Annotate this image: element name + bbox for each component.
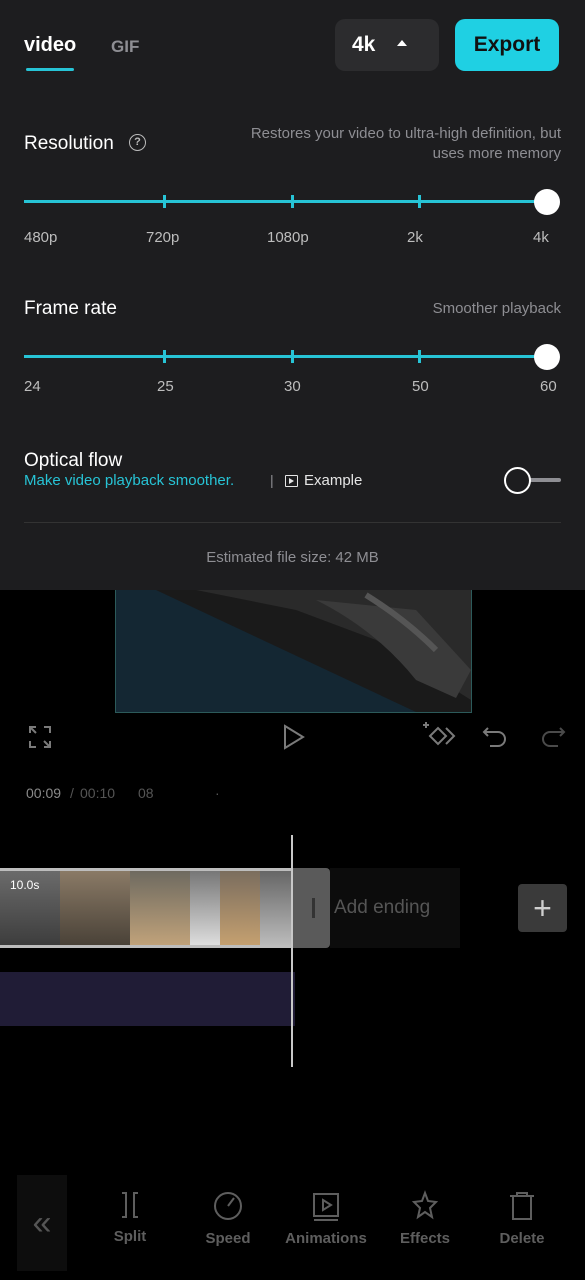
resolution-title: Resolution xyxy=(24,133,114,154)
effects-label: Effects xyxy=(399,1230,451,1247)
example-link[interactable]: Example xyxy=(285,472,362,489)
frame-rate-tick xyxy=(163,350,166,363)
caret-up-icon xyxy=(397,40,407,46)
audio-track[interactable] xyxy=(0,972,295,1026)
play-icon[interactable] xyxy=(282,724,306,750)
clip-frame xyxy=(220,871,260,945)
resolution-hint-line1: Restores your video to ultra-high defini… xyxy=(250,125,561,142)
resolution-dropdown[interactable]: 4k xyxy=(335,19,439,71)
speed-icon xyxy=(214,1192,242,1220)
frame-rate-option-30[interactable]: 30 xyxy=(284,378,301,395)
video-preview xyxy=(115,590,472,713)
clip-trim-handle[interactable] xyxy=(293,868,330,948)
collapse-toolbar-button[interactable]: « xyxy=(17,1175,67,1271)
tab-video-indicator xyxy=(26,68,74,71)
delete-label: Delete xyxy=(499,1230,545,1247)
animations-icon xyxy=(313,1193,339,1221)
estimated-file-size: Estimated file size: 42 MB xyxy=(206,549,379,566)
resolution-option-1080p[interactable]: 1080p xyxy=(267,229,309,246)
resolution-tick xyxy=(291,195,294,208)
keyframe-icon[interactable] xyxy=(422,720,456,750)
resolution-slider[interactable] xyxy=(24,189,560,215)
example-label: Example xyxy=(304,472,363,489)
resolution-track xyxy=(24,200,547,203)
add-clip-button[interactable]: + xyxy=(518,884,567,932)
tab-gif[interactable]: GIF xyxy=(111,37,139,57)
resolution-option-720p[interactable]: 720p xyxy=(146,229,179,246)
resolution-hint: Restores your video to ultra-high defini… xyxy=(251,124,561,164)
effects-button[interactable]: Effects xyxy=(380,1190,470,1248)
divider xyxy=(24,522,561,523)
clip-frame xyxy=(190,871,220,945)
speed-label: Speed xyxy=(205,1230,251,1247)
frame-rate-slider-thumb[interactable] xyxy=(534,344,560,370)
animations-button[interactable]: Animations xyxy=(281,1190,371,1248)
speed-button[interactable]: Speed xyxy=(183,1190,273,1248)
clip-frame xyxy=(260,871,293,945)
resolution-option-480p[interactable]: 480p xyxy=(24,229,57,246)
split-label: Split xyxy=(113,1228,147,1245)
current-time: 00:09 xyxy=(26,785,62,801)
video-clip[interactable] xyxy=(0,868,293,948)
tab-video[interactable]: video xyxy=(24,34,76,57)
resolution-tick xyxy=(418,195,421,208)
time-separator: / xyxy=(70,785,74,801)
export-button[interactable]: Export xyxy=(455,19,559,71)
plus-icon: + xyxy=(533,889,552,926)
ruler-dot: · xyxy=(215,785,220,801)
video-play-icon xyxy=(285,474,298,487)
split-icon xyxy=(122,1192,138,1218)
optical-flow-toggle[interactable] xyxy=(503,466,561,494)
frame-rate-option-60[interactable]: 60 xyxy=(540,378,557,395)
clip-frame xyxy=(60,871,130,945)
frame-rate-option-50[interactable]: 50 xyxy=(412,378,429,395)
animations-label: Animations xyxy=(285,1230,367,1247)
preview-frame-image xyxy=(116,590,471,712)
frame-rate-slider[interactable] xyxy=(24,344,560,370)
double-chevron-left-icon: « xyxy=(32,1203,52,1242)
split-button[interactable]: Split xyxy=(85,1190,175,1246)
clip-duration: 10.0s xyxy=(10,878,40,892)
fullscreen-icon[interactable] xyxy=(28,725,52,749)
frame-rate-track xyxy=(24,355,547,358)
toggle-knob xyxy=(504,467,531,494)
delete-button[interactable]: Delete xyxy=(477,1190,567,1248)
help-icon[interactable]: ? xyxy=(129,134,146,151)
resolution-option-4k[interactable]: 4k xyxy=(533,229,549,246)
frame-rate-option-24[interactable]: 24 xyxy=(24,378,41,395)
export-settings-panel: video GIF 4k Export Resolution ? Restore… xyxy=(0,0,585,590)
clip-frame xyxy=(130,871,190,945)
total-time: 00:10 xyxy=(80,785,116,801)
resolution-hint-line2: uses more memory xyxy=(432,145,561,162)
frame-rate-tick xyxy=(418,350,421,363)
resolution-dropdown-value: 4k xyxy=(352,33,376,56)
frame-rate-tick xyxy=(291,350,294,363)
resolution-tick xyxy=(163,195,166,208)
add-ending-button[interactable]: Add ending xyxy=(330,868,460,948)
optical-flow-separator: | xyxy=(270,472,274,488)
frame-rate-option-25[interactable]: 25 xyxy=(157,378,174,395)
playhead[interactable] xyxy=(291,835,293,1067)
redo-icon[interactable] xyxy=(540,724,566,750)
optical-flow-title: Optical flow xyxy=(24,450,123,471)
frame-rate-hint: Smoother playback xyxy=(432,300,561,317)
undo-icon[interactable] xyxy=(482,724,508,750)
frame-rate-title: Frame rate xyxy=(24,298,117,319)
effects-icon xyxy=(411,1190,439,1220)
resolution-option-2k[interactable]: 2k xyxy=(407,229,423,246)
ruler-marker: 08 xyxy=(138,785,154,801)
resolution-slider-thumb[interactable] xyxy=(534,189,560,215)
optical-flow-description[interactable]: Make video playback smoother. xyxy=(24,472,234,489)
delete-icon xyxy=(510,1192,534,1220)
